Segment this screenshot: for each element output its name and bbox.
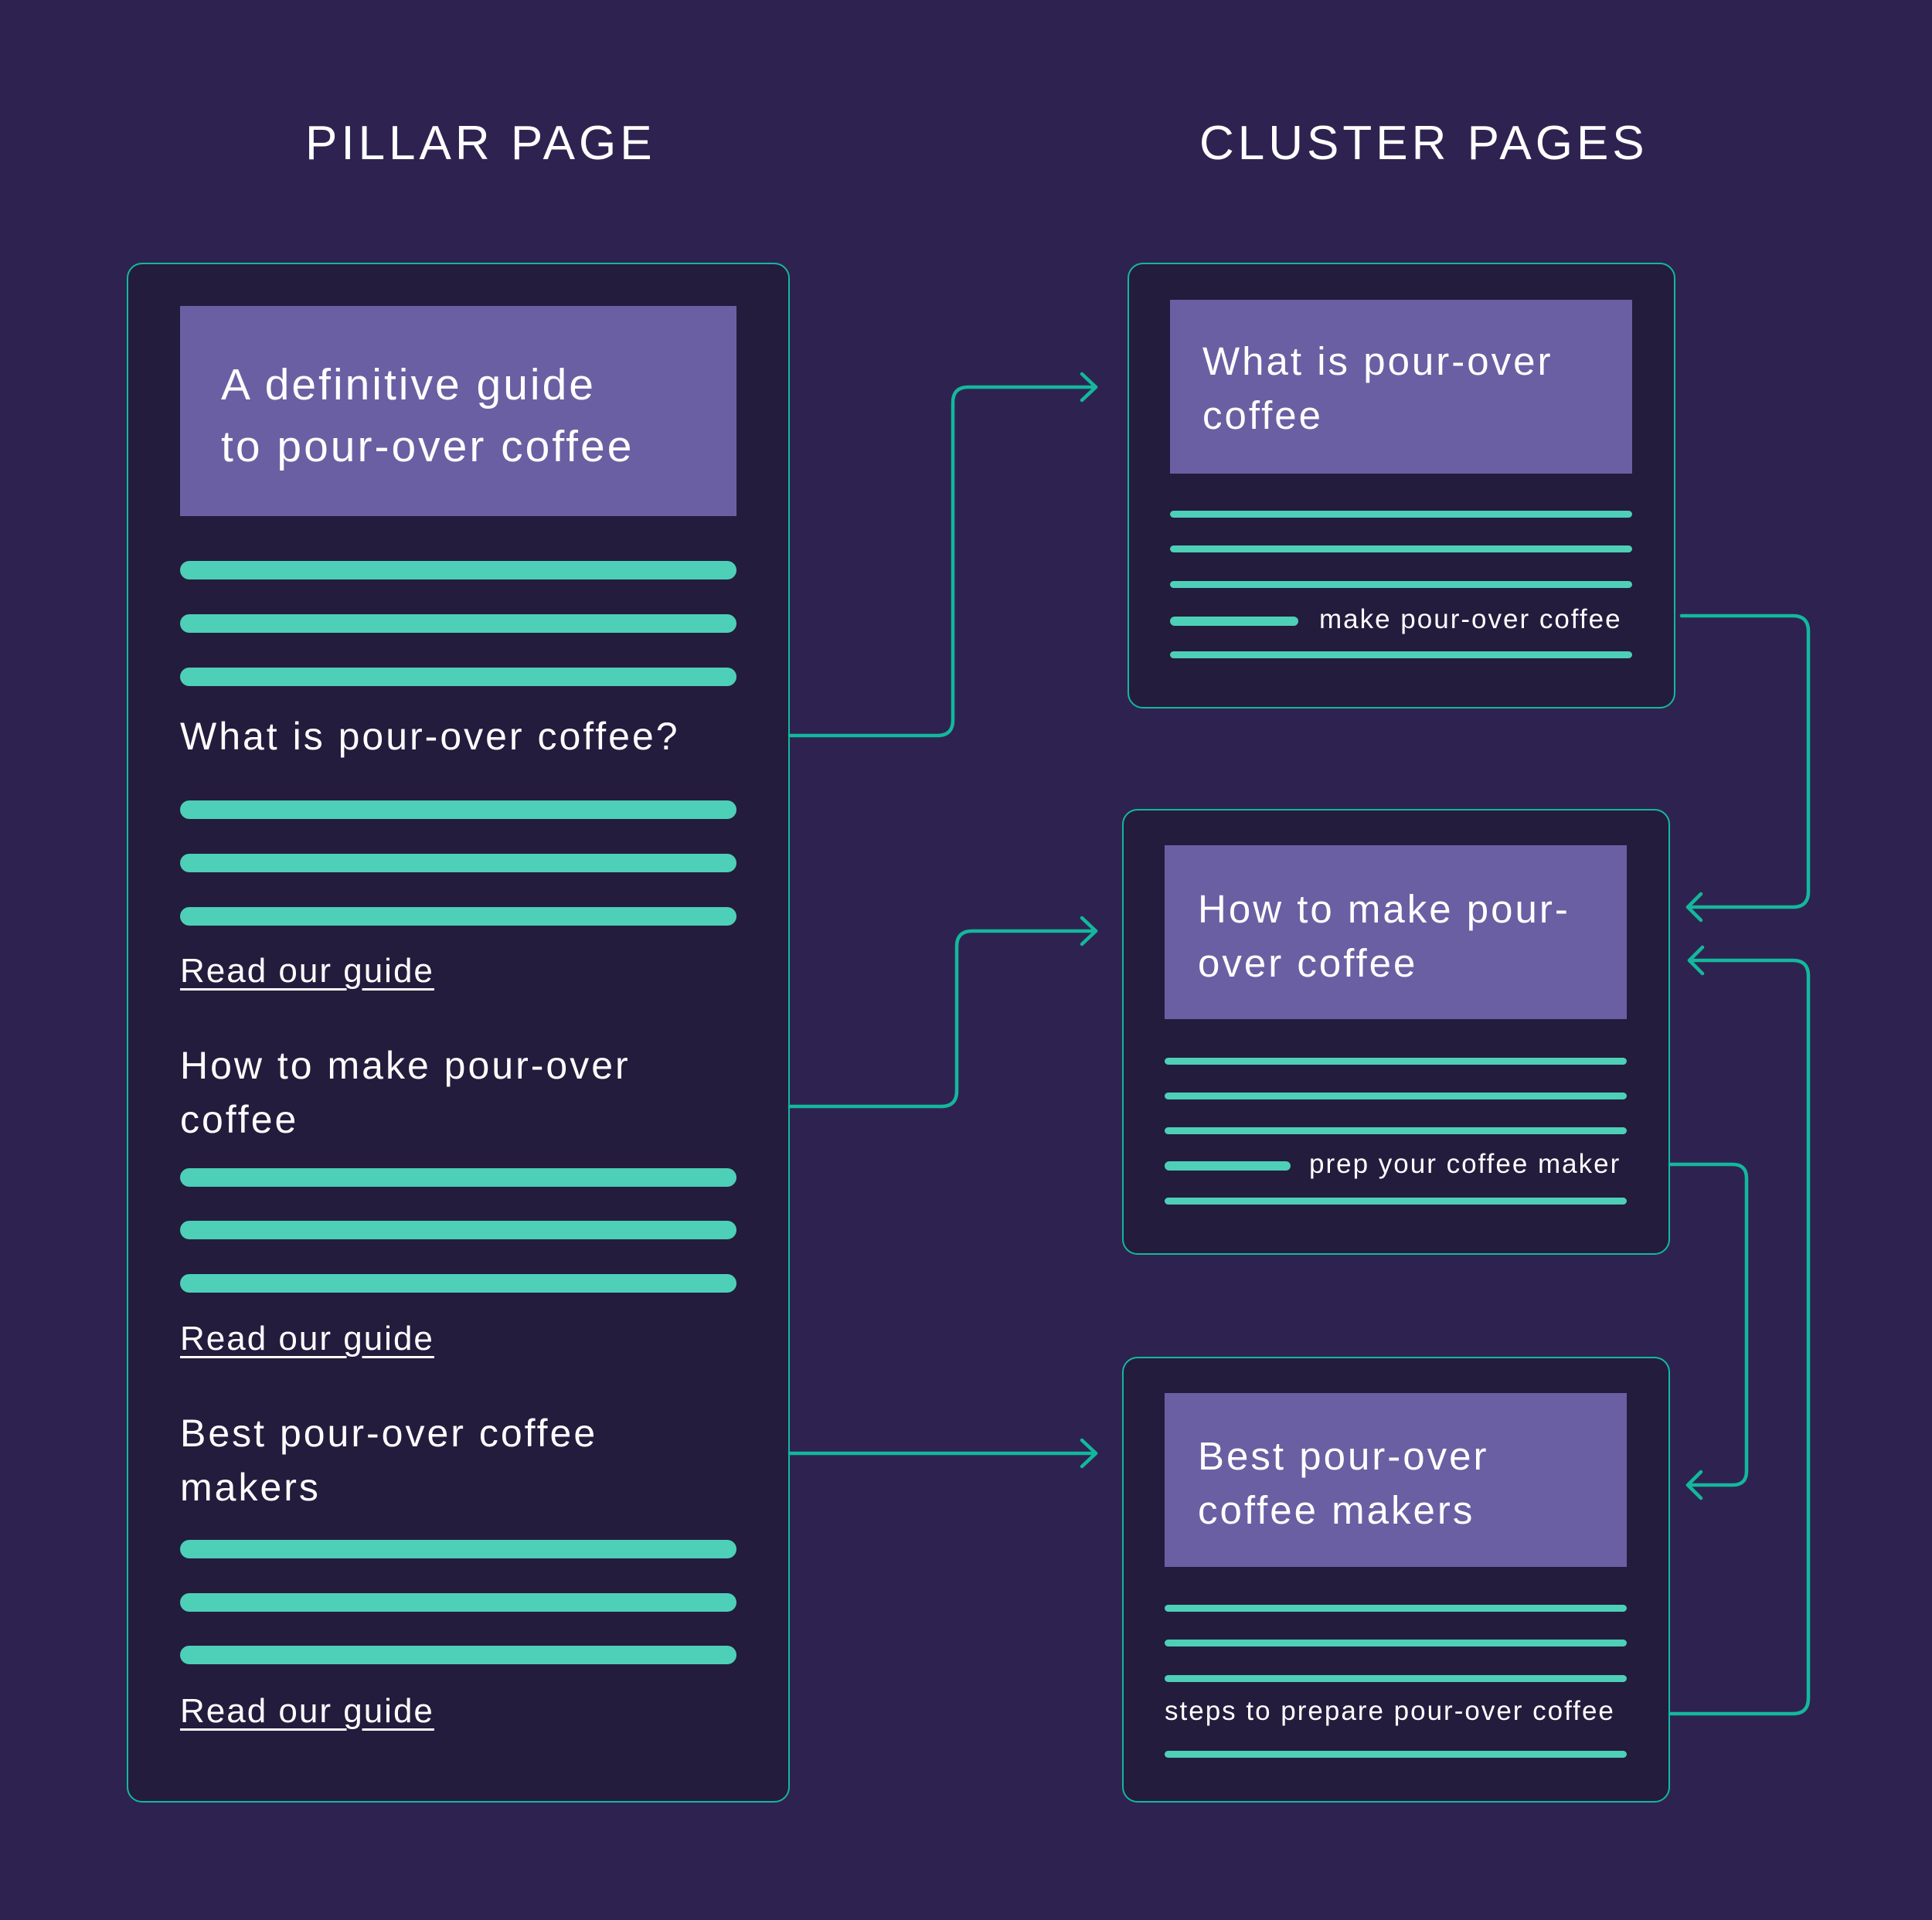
connectors	[787, 372, 1811, 1716]
link-arrow-cluster-1-to-cluster-2	[1679, 613, 1811, 909]
link-arrow-cluster-3-to-cluster-2	[1668, 958, 1811, 1716]
link-arrow-cluster-2-to-cluster-3	[1668, 1162, 1749, 1487]
link-arrow-pillar-to-cluster-1	[787, 385, 1098, 738]
link-arrow-pillar-to-cluster-2	[787, 929, 1098, 1109]
